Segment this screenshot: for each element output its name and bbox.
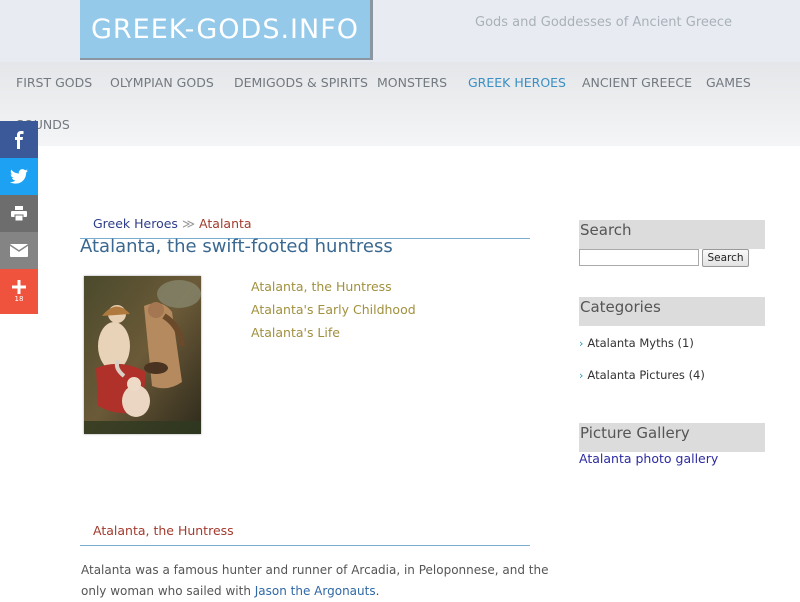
section-divider bbox=[80, 545, 530, 546]
twitter-icon bbox=[10, 169, 28, 184]
category-atalanta-myths[interactable]: › Atalanta Myths (1) bbox=[579, 336, 694, 350]
nav-item-first-gods[interactable]: FIRST GODS bbox=[16, 75, 92, 90]
section-heading: Atalanta, the Huntress bbox=[93, 523, 234, 538]
site-tagline: Gods and Goddesses of Ancient Greece bbox=[475, 15, 733, 30]
search-input[interactable] bbox=[579, 249, 699, 266]
printer-icon bbox=[11, 206, 27, 221]
share-more-button[interactable]: 18 bbox=[0, 269, 38, 314]
nav-item-ancient-greece[interactable]: ANCIENT GREECE bbox=[582, 75, 692, 90]
share-twitter-button[interactable] bbox=[0, 158, 38, 195]
share-print-button[interactable] bbox=[0, 195, 38, 232]
toc-link-life[interactable]: Atalanta's Life bbox=[251, 325, 340, 340]
nav-item-greek-heroes[interactable]: GREEK HEROES bbox=[468, 75, 566, 90]
jason-argonauts-link[interactable]: Jason the Argonauts bbox=[255, 584, 376, 598]
atalanta-painting[interactable] bbox=[84, 276, 201, 434]
category-label: Atalanta Pictures (4) bbox=[587, 368, 705, 382]
facebook-icon bbox=[15, 130, 24, 149]
main-nav: FIRST GODS OLYMPIAN GODS DEMIGODS & SPIR… bbox=[0, 62, 800, 146]
chevron-right-icon: › bbox=[579, 369, 584, 382]
breadcrumb-current[interactable]: Atalanta bbox=[199, 216, 252, 231]
plus-icon bbox=[12, 280, 26, 294]
chevron-right-icon: › bbox=[579, 337, 584, 350]
share-email-button[interactable] bbox=[0, 232, 38, 269]
search-widget-heading: Search bbox=[579, 220, 765, 249]
nav-item-olympian-gods[interactable]: OLYMPIAN GODS bbox=[110, 75, 214, 90]
nav-item-monsters[interactable]: MONSTERS bbox=[377, 75, 447, 90]
atalanta-gallery-link[interactable]: Atalanta photo gallery bbox=[579, 451, 718, 466]
share-facebook-button[interactable] bbox=[0, 121, 38, 158]
article-paragraph: Atalanta was a famous hunter and runner … bbox=[81, 560, 551, 602]
breadcrumb-greek-heroes[interactable]: Greek Heroes bbox=[93, 216, 178, 231]
site-header: GREEK-GODS.INFO Gods and Goddesses of An… bbox=[0, 0, 800, 62]
site-logo[interactable]: GREEK-GODS.INFO bbox=[80, 0, 373, 60]
category-atalanta-pictures[interactable]: › Atalanta Pictures (4) bbox=[579, 368, 705, 382]
search-button[interactable]: Search bbox=[702, 249, 749, 267]
breadcrumb-separator: ≫ bbox=[181, 216, 196, 231]
nav-item-games[interactable]: GAMES bbox=[706, 75, 751, 90]
page-title: Atalanta, the swift-footed huntress bbox=[80, 236, 393, 257]
share-count: 18 bbox=[14, 295, 24, 303]
categories-heading: Categories bbox=[579, 297, 765, 326]
toc-link-early-childhood[interactable]: Atalanta's Early Childhood bbox=[251, 302, 416, 317]
paragraph-end: . bbox=[375, 584, 380, 598]
nav-item-demigods-spirits[interactable]: DEMIGODS & SPIRITS bbox=[234, 75, 368, 90]
picture-gallery-heading: Picture Gallery bbox=[579, 423, 765, 452]
toc-link-huntress[interactable]: Atalanta, the Huntress bbox=[251, 279, 392, 294]
breadcrumb: Greek Heroes ≫ Atalanta bbox=[93, 216, 252, 231]
category-label: Atalanta Myths (1) bbox=[587, 336, 694, 350]
envelope-icon bbox=[10, 244, 28, 257]
